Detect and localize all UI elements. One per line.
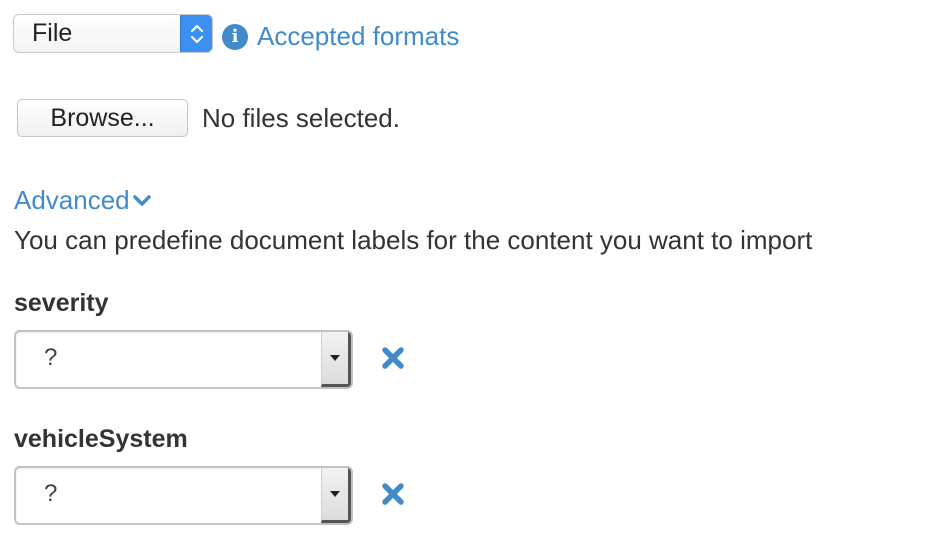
severity-select-value: ? bbox=[44, 344, 58, 371]
label-name-vehiclesystem: vehicleSystem bbox=[14, 425, 188, 453]
select-stepper-icon bbox=[180, 15, 212, 52]
source-type-select[interactable]: File bbox=[13, 14, 213, 53]
advanced-help-text: You can predefine document labels for th… bbox=[14, 225, 813, 255]
browse-button[interactable]: Browse... bbox=[17, 99, 188, 137]
remove-vehiclesystem-icon[interactable] bbox=[380, 481, 406, 507]
severity-select[interactable]: ? bbox=[14, 330, 353, 389]
label-name-severity: severity bbox=[14, 289, 109, 317]
accepted-formats-link[interactable]: i Accepted formats bbox=[222, 21, 459, 52]
accepted-formats-label: Accepted formats bbox=[257, 21, 460, 51]
remove-severity-icon[interactable] bbox=[380, 345, 406, 371]
info-circle-icon: i bbox=[222, 23, 248, 50]
file-status-text: No files selected. bbox=[202, 103, 400, 133]
chevron-down-icon bbox=[132, 194, 151, 206]
vehiclesystem-select[interactable]: ? bbox=[14, 466, 353, 525]
source-type-value: File bbox=[32, 19, 73, 47]
dropdown-arrow-icon bbox=[321, 332, 351, 387]
advanced-label: Advanced bbox=[14, 185, 130, 215]
advanced-toggle[interactable]: Advanced bbox=[14, 185, 152, 216]
vehiclesystem-select-value: ? bbox=[44, 480, 58, 507]
dropdown-arrow-icon bbox=[321, 468, 351, 523]
